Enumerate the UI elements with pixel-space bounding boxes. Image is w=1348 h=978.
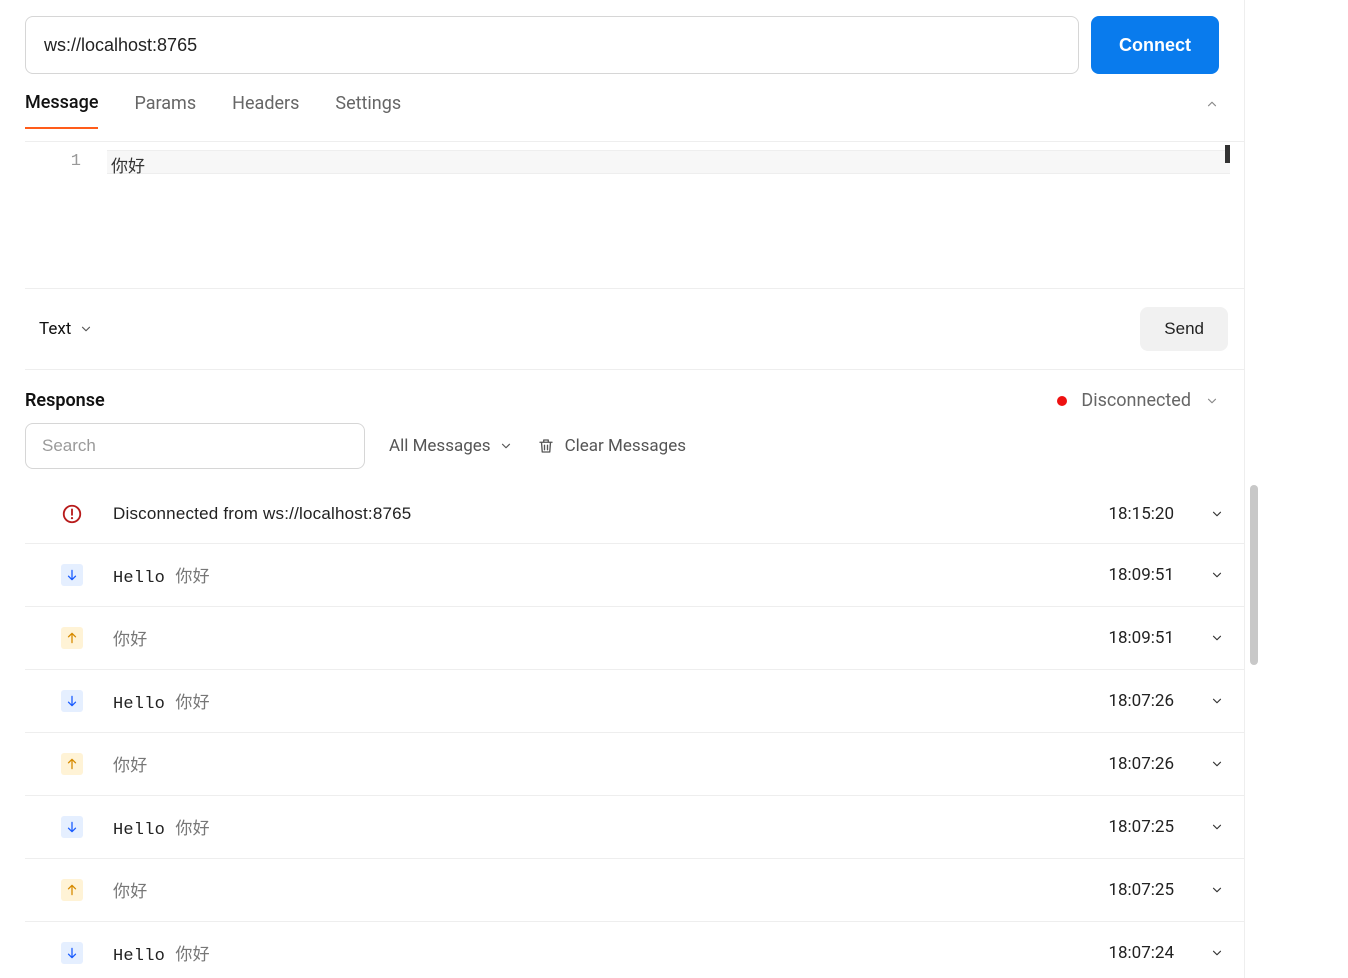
chevron-down-icon [1210, 507, 1224, 521]
chevron-down-icon [1205, 394, 1219, 408]
message-row[interactable]: Hello 你好 18:07:26 [25, 670, 1244, 733]
message-received-icon [61, 564, 83, 586]
websocket-url-input[interactable] [25, 16, 1079, 74]
status-indicator-icon [1057, 396, 1067, 406]
scrollbar[interactable] [1250, 485, 1258, 665]
message-row[interactable]: Disconnected from ws://localhost:8765 18:… [25, 485, 1244, 544]
expand-row-button[interactable] [1210, 568, 1224, 582]
message-text: Hello 你好 [113, 814, 210, 840]
message-error-icon [61, 503, 83, 525]
arrow-down-icon [65, 820, 79, 834]
message-row[interactable]: 你好 18:09:51 [25, 607, 1244, 670]
arrow-down-icon [65, 694, 79, 708]
message-time: 18:07:26 [1108, 754, 1174, 774]
status-dropdown[interactable] [1205, 394, 1219, 408]
chevron-down-icon [499, 439, 513, 453]
format-selector[interactable]: Text [39, 319, 93, 339]
arrow-up-icon [65, 757, 79, 771]
editor-line-number: 1 [25, 142, 107, 288]
response-title: Response [25, 390, 105, 411]
message-text: 你好 [113, 625, 147, 651]
message-time: 18:15:20 [1108, 504, 1174, 524]
message-editor[interactable]: 1 你好 [25, 141, 1244, 289]
connect-button[interactable]: Connect [1091, 16, 1219, 74]
message-time: 18:09:51 [1108, 628, 1174, 648]
chevron-down-icon [1210, 757, 1224, 771]
message-filter-dropdown[interactable]: All Messages [389, 436, 513, 456]
tab-message[interactable]: Message [25, 92, 98, 129]
clear-messages-button[interactable]: Clear Messages [537, 436, 686, 456]
message-time: 18:07:25 [1108, 817, 1174, 837]
chevron-down-icon [1210, 820, 1224, 834]
message-time: 18:09:51 [1108, 565, 1174, 585]
message-row[interactable]: 你好 18:07:26 [25, 733, 1244, 796]
expand-row-button[interactable] [1210, 946, 1224, 960]
message-time: 18:07:26 [1108, 691, 1174, 711]
arrow-down-icon [65, 568, 79, 582]
chevron-down-icon [1210, 694, 1224, 708]
arrow-down-icon [65, 946, 79, 960]
search-input[interactable] [25, 423, 365, 469]
chevron-up-icon [1205, 97, 1219, 111]
trash-icon [537, 437, 555, 455]
chevron-down-icon [79, 322, 93, 336]
message-row[interactable]: Hello 你好 18:09:51 [25, 544, 1244, 607]
expand-row-button[interactable] [1210, 694, 1224, 708]
chevron-down-icon [1210, 883, 1224, 897]
tab-params[interactable]: Params [134, 93, 196, 128]
error-icon [61, 503, 83, 525]
tab-settings[interactable]: Settings [335, 93, 401, 128]
chevron-down-icon [1210, 946, 1224, 960]
collapse-pane-button[interactable] [1205, 97, 1219, 125]
connection-status: Disconnected [1081, 390, 1191, 411]
send-button[interactable]: Send [1140, 307, 1228, 351]
message-text: 你好 [113, 877, 147, 903]
message-time: 18:07:24 [1108, 943, 1174, 963]
message-text: Disconnected from ws://localhost:8765 [113, 504, 411, 524]
expand-row-button[interactable] [1210, 631, 1224, 645]
arrow-up-icon [65, 883, 79, 897]
chevron-down-icon [1210, 568, 1224, 582]
message-received-icon [61, 816, 83, 838]
message-list: Disconnected from ws://localhost:8765 18:… [25, 485, 1244, 978]
message-row[interactable]: Hello 你好 18:07:24 [25, 922, 1244, 978]
message-received-icon [61, 690, 83, 712]
message-text: 你好 [113, 751, 147, 777]
format-label: Text [39, 319, 71, 339]
message-row[interactable]: Hello 你好 18:07:25 [25, 796, 1244, 859]
message-filter-label: All Messages [389, 436, 491, 456]
expand-row-button[interactable] [1210, 507, 1224, 521]
message-time: 18:07:25 [1108, 880, 1174, 900]
clear-messages-label: Clear Messages [565, 436, 686, 456]
message-received-icon [61, 942, 83, 964]
message-text: Hello 你好 [113, 562, 210, 588]
expand-row-button[interactable] [1210, 883, 1224, 897]
message-text: Hello 你好 [113, 688, 210, 714]
arrow-up-icon [65, 631, 79, 645]
tab-headers[interactable]: Headers [232, 93, 299, 128]
message-row[interactable]: 你好 18:07:25 [25, 859, 1244, 922]
expand-row-button[interactable] [1210, 757, 1224, 771]
message-sent-icon [61, 879, 83, 901]
message-sent-icon [61, 627, 83, 649]
message-sent-icon [61, 753, 83, 775]
chevron-down-icon [1210, 631, 1224, 645]
message-text: Hello 你好 [113, 940, 210, 966]
expand-row-button[interactable] [1210, 820, 1224, 834]
editor-content[interactable]: 你好 [107, 150, 1230, 174]
